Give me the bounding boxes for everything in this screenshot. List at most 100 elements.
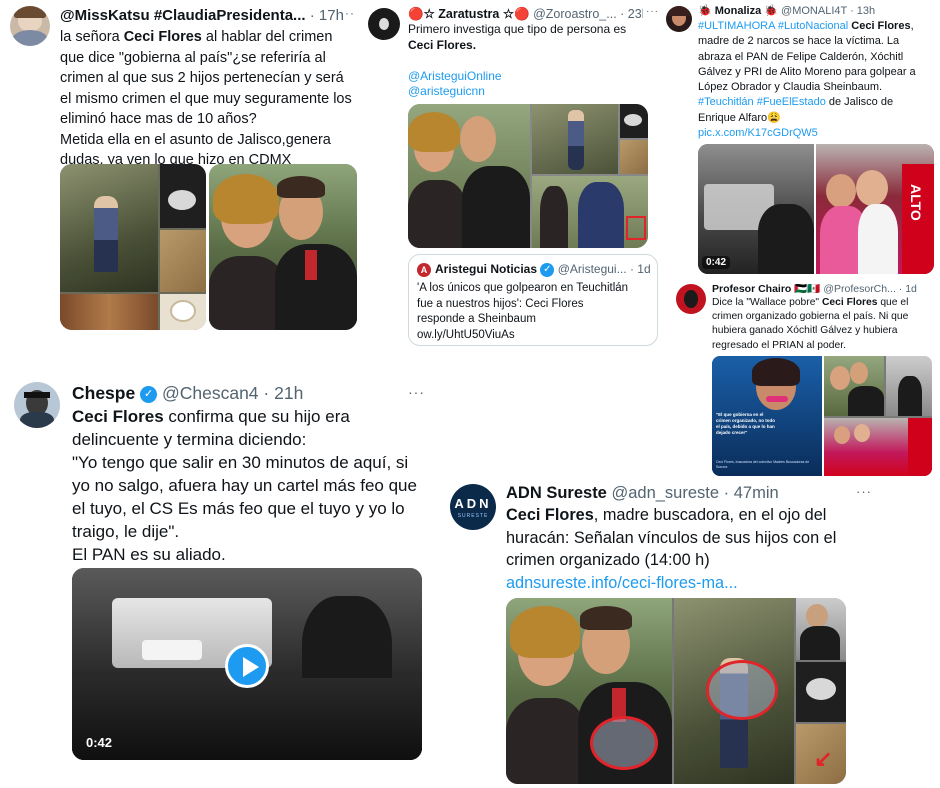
mention-link[interactable]: @AristeguiOnline (408, 69, 658, 85)
more-options-icon[interactable]: ··· (340, 6, 355, 20)
verified-badge-icon: ✓ (140, 385, 158, 403)
tweet-media-collage[interactable]: ↙ (506, 598, 846, 784)
tweet-text: #ULTIMAHORA #LutoNacional Ceci Flores, m… (698, 19, 938, 141)
handle[interactable]: @adn_sureste (611, 484, 719, 502)
text-line: el mismo crimen el que muy seguramente l… (60, 90, 352, 107)
hashtag-link[interactable]: #Teuchitlán #FueElEstado (698, 96, 826, 108)
avatar[interactable] (676, 284, 706, 314)
tweet-text: la señora Ceci Flores al hablar del crim… (60, 27, 365, 171)
avatar[interactable] (14, 382, 60, 428)
more-options-icon[interactable]: ··· (408, 384, 425, 400)
display-name[interactable]: 🔴☆ Zaratustra ☆🔴 (408, 7, 530, 21)
avatar[interactable] (10, 6, 50, 46)
tweet-header: 🐞 Monaliza 🐞 @MONALI4T · 13h (698, 4, 938, 18)
tweet-media-rally[interactable]: ALTO (816, 144, 934, 274)
text-line: #Teuchitlán #FueElEstado de Jalisco de (698, 96, 894, 109)
text-line: 'A los únicos que golpearon en Teuchitlá… (417, 282, 629, 294)
tweet-monaliza[interactable]: 🐞 Monaliza 🐞 @MONALI4T · 13h #ULTIMAHORA… (660, 0, 940, 280)
mention-bold: Ceci Flores (123, 29, 202, 45)
tweet-text: Dice la "Wallace pobre" Ceci Flores que … (712, 296, 938, 353)
display-name[interactable]: Profesor Chairo 🇵🇸🇲🇽 (712, 283, 820, 295)
timestamp[interactable]: · 1d (630, 262, 651, 276)
caption-text: Ceci Flores, buscadora del colectivo Mad… (716, 460, 810, 469)
tweet-chespe[interactable]: Chespe ✓ @Chescan4 · 21h ··· Ceci Flores… (0, 372, 440, 788)
timestamp[interactable]: · 21h (263, 383, 303, 403)
text-line: madre de 2 narcos se hace la víctima. La (698, 35, 900, 48)
video-duration: 0:42 (702, 256, 731, 269)
tweet-media-collage[interactable] (824, 356, 932, 476)
tweet-media-collage[interactable] (408, 104, 648, 248)
mention-link[interactable]: @aristeguicnn (408, 84, 658, 100)
text-line: Primero investiga que tipo de persona es (408, 22, 627, 36)
tweet-header: ADN Sureste @adn_sureste · 47min (506, 482, 876, 504)
highlight-circle (590, 716, 658, 770)
more-options-icon[interactable]: ··· (646, 6, 659, 17)
text-line: crimen al que sus 2 hijos pertenecían y … (60, 70, 344, 86)
text-line: crimen organizado (14:00 h) (506, 551, 710, 569)
adn-logo-icon[interactable]: ADN SURESTE (450, 484, 496, 530)
mention-bold: Ceci Flores. (408, 37, 477, 52)
quoted-header: Aristegui Noticias ✓ @Aristegui... · 1d (435, 261, 657, 277)
verified-badge-icon: ✓ (540, 262, 555, 277)
display-name[interactable]: Aristegui Noticias (435, 262, 537, 276)
timestamp[interactable]: · 1d (899, 283, 917, 295)
timestamp[interactable]: · 17h (310, 7, 344, 24)
display-name[interactable]: 🐞 Monaliza 🐞 (698, 5, 778, 17)
article-link[interactable]: adnsureste.info/ceci-flores-ma... (506, 572, 886, 595)
text-line: El PAN es su aliado. (72, 545, 226, 564)
tweet-media-collage-left[interactable] (60, 164, 206, 330)
text-line: eliminó hace mas de 10 años? (60, 111, 257, 127)
text-line: yo no salgo, afuera hay un cartel más fe… (72, 476, 417, 495)
play-button-icon[interactable] (225, 644, 269, 688)
person-figure (94, 196, 118, 272)
text-line: regresado el PRIAN al poder. (712, 339, 846, 351)
timestamp[interactable]: · 23h (620, 7, 643, 21)
photo-tiles (160, 230, 206, 292)
display-name[interactable]: ADN Sureste (506, 484, 607, 502)
handle[interactable]: @Zoroastro_... (533, 7, 617, 21)
tweet-video[interactable]: 0:42 (72, 568, 422, 760)
text-line: Gálvez y PRI de Alito Moreno para golpea… (698, 65, 916, 78)
text-line: Enrique Alfaro😩 (698, 111, 781, 124)
display-name[interactable]: Chespe (72, 383, 135, 403)
quote-overlay-text: "El que gobierna en el crimen organizado… (716, 412, 776, 435)
text-line: que dice "gobierna al país"¿se referiría… (60, 49, 326, 66)
timestamp[interactable]: · 47min (724, 484, 779, 502)
avatar[interactable] (666, 6, 692, 32)
tweet-text: Ceci Flores, madre buscadora, en el ojo … (506, 504, 886, 594)
tweet-text: Ceci Flores confirma que su hijo era del… (72, 405, 432, 566)
tweet-video-thumb[interactable]: 0:42 (698, 144, 814, 274)
tweet-text: Primero investiga que tipo de persona es… (408, 22, 658, 100)
more-options-icon[interactable]: ··· (856, 484, 872, 499)
text-line: fue a nuestros hijos': Ceci Flores (417, 297, 584, 310)
text-line: Ceci Flores confirma que su hijo era (72, 407, 350, 426)
tweet-header: @MissKatsu #ClaudiaPresidenta... · 17h (60, 6, 350, 26)
text-line: Dice la "Wallace pobre" Ceci Flores que … (712, 297, 909, 308)
display-name[interactable]: @MissKatsu #ClaudiaPresidenta... (60, 7, 306, 24)
text-line: abraza el PAN de Felipe Calderón, Xóchit… (698, 50, 904, 63)
tweet-header: Chespe ✓ @Chescan4 · 21h (72, 382, 402, 404)
tweet-adn-sureste[interactable]: ADN SURESTE ADN Sureste @adn_sureste · 4… (440, 474, 940, 788)
handle[interactable]: @MONALI4T (781, 5, 847, 17)
tweet-profesor-chairo[interactable]: Profesor Chairo 🇵🇸🇲🇽 @ProfesorCh... · 1d… (670, 280, 940, 480)
text-line: huracán: Señalan vínculos de sus hijos c… (506, 528, 837, 547)
hashtag-link[interactable]: #ULTIMAHORA #LutoNacional (698, 20, 851, 32)
tweet-media-selfie[interactable] (209, 164, 357, 330)
arrow-icon: ↙ (814, 746, 833, 771)
pic-link[interactable]: pic.x.com/K17cGDrQW5 (698, 126, 938, 141)
avatar[interactable] (368, 8, 400, 40)
tweet-media-quote-card[interactable]: "El que gobierna en el crimen organizado… (712, 356, 822, 476)
tweet-zaratustra[interactable]: 🔴☆ Zaratustra ☆🔴 @Zoroastro_... · 23h ··… (360, 0, 660, 350)
handle[interactable]: @Aristegui... (558, 262, 627, 276)
quoted-tweet[interactable]: A Aristegui Noticias ✓ @Aristegui... · 1… (408, 254, 658, 346)
handle[interactable]: @ProfesorCh... (823, 283, 896, 295)
text-line: delincuente y termina diciendo: (72, 430, 307, 449)
timestamp[interactable]: · 13h (850, 5, 875, 17)
tweet-header: 🔴☆ Zaratustra ☆🔴 @Zoroastro_... · 23h (408, 6, 643, 22)
text-link[interactable]: ow.ly/UhtU50ViuAs (417, 328, 657, 344)
text-line: crimen organizado gobierna el país. Ni q… (712, 311, 909, 323)
text-line: "Yo tengo que salir en 30 minutos de aqu… (72, 453, 409, 472)
text-line: López Obrador y Claudia Sheinbaum. (698, 81, 883, 94)
tweet-misskatsu[interactable]: @MissKatsu #ClaudiaPresidenta... · 17h ·… (0, 0, 370, 340)
handle[interactable]: @Chescan4 (162, 383, 259, 403)
